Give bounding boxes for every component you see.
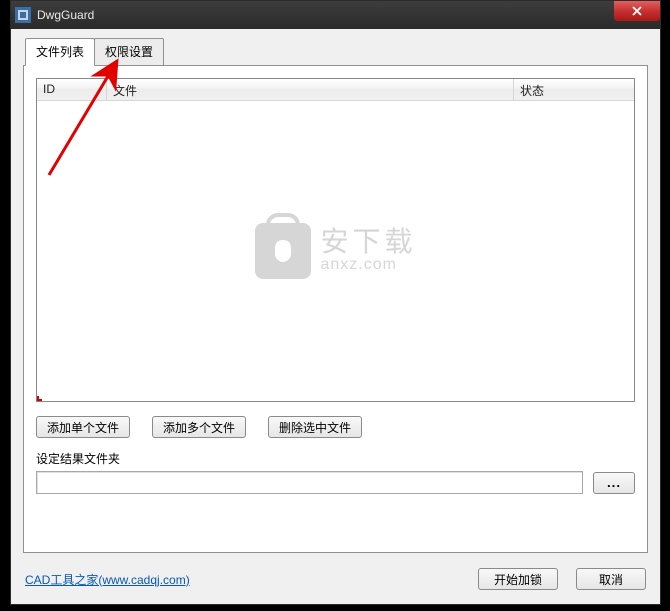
titlebar[interactable]: DwgGuard [11,1,660,29]
result-folder-label: 设定结果文件夹 [36,450,635,467]
action-button-row: 添加单个文件 添加多个文件 删除选中文件 [36,416,635,438]
add-single-file-button[interactable]: 添加单个文件 [36,416,130,438]
tab-perm-settings[interactable]: 权限设置 [94,38,164,66]
watermark-cn: 安下载 [320,228,416,256]
footer-link[interactable]: CAD工具之家(www.cadqj.com) [25,571,190,588]
tab-file-list[interactable]: 文件列表 [25,38,95,66]
column-status[interactable]: 状态 [514,79,634,100]
add-multi-file-button[interactable]: 添加多个文件 [152,416,246,438]
watermark-en: anxz.com [320,256,416,274]
watermark: 安下载 anxz.com [254,223,416,279]
footer-buttons: 开始加锁 取消 [478,568,646,590]
close-button[interactable] [614,1,660,21]
watermark-text: 安下载 anxz.com [320,228,416,274]
browse-button[interactable]: ... [593,472,635,494]
client-area: 文件列表 权限设置 ID 文件 状态 安下载 anx [11,29,660,604]
window-title: DwgGuard [37,8,94,22]
start-lock-button[interactable]: 开始加锁 [478,568,558,590]
footer: CAD工具之家(www.cadqj.com) 开始加锁 取消 [25,568,646,590]
result-folder-input[interactable] [36,471,583,494]
tab-strip: 文件列表 权限设置 [25,37,648,65]
app-icon [15,7,31,23]
column-id[interactable]: ID [37,79,107,100]
close-icon [631,6,643,16]
column-file[interactable]: 文件 [107,79,514,100]
tab-panel-file-list: ID 文件 状态 安下载 anxz.com [23,65,648,553]
delete-selected-button[interactable]: 删除选中文件 [268,416,362,438]
result-folder-row: ... [36,471,635,494]
resize-mark-icon [37,396,42,401]
app-window: DwgGuard 文件列表 权限设置 ID 文件 状态 [10,0,661,605]
listview-header: ID 文件 状态 [37,79,634,101]
file-listview[interactable]: ID 文件 状态 安下载 anxz.com [36,78,635,402]
listview-body: 安下载 anxz.com [37,101,634,401]
cancel-button[interactable]: 取消 [576,568,646,590]
lock-icon [254,223,310,279]
